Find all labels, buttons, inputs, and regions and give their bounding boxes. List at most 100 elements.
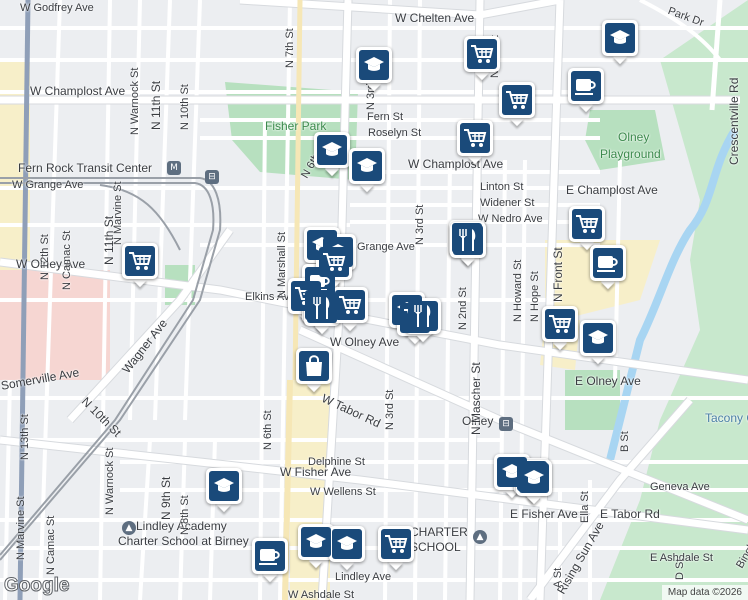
label-crescentville-rd: Crescentville Rd bbox=[727, 77, 741, 165]
marker-shopping[interactable] bbox=[294, 346, 334, 393]
marker-grocery[interactable] bbox=[120, 241, 160, 288]
marker-frame bbox=[464, 36, 500, 72]
school-icon bbox=[301, 527, 331, 557]
marker-frame bbox=[332, 287, 368, 323]
label-fern-st: Fern St bbox=[367, 111, 404, 123]
school-glyph bbox=[610, 30, 630, 44]
label-d-st: D St bbox=[674, 558, 686, 580]
grocery-glyph bbox=[506, 91, 529, 109]
label-n-warnock-st-bottom: N Warnock St bbox=[104, 447, 116, 515]
label-e-fisher-ave: E Fisher Ave bbox=[510, 507, 578, 521]
marker-school[interactable] bbox=[347, 146, 387, 193]
marker-grocery[interactable] bbox=[497, 80, 537, 127]
school-icon bbox=[317, 135, 347, 165]
marker-grocery-elkins[interactable] bbox=[330, 285, 370, 332]
label-e-champlost-ave: E Champlost Ave bbox=[566, 183, 658, 197]
marker-grocery[interactable] bbox=[540, 304, 580, 351]
school-glyph bbox=[214, 478, 234, 492]
marker-school[interactable] bbox=[600, 18, 640, 65]
subway-glyph: M bbox=[170, 163, 178, 173]
grocery-glyph bbox=[471, 45, 494, 63]
charter-school-glyph: ▲ bbox=[476, 532, 484, 542]
label-n-11th-st-mid: N 11th St bbox=[102, 215, 116, 265]
restaurant-icon bbox=[453, 225, 483, 255]
marker-frame bbox=[542, 306, 578, 342]
coffee-glyph bbox=[259, 549, 280, 565]
marker-frame bbox=[457, 120, 493, 156]
label-w-grange-ave-west: W Grange Ave bbox=[12, 179, 84, 191]
marker-school-fisher-east[interactable] bbox=[514, 458, 554, 505]
charter-school-icon[interactable]: ▲ bbox=[473, 530, 487, 544]
olney-station-icon[interactable]: ⊟ bbox=[499, 417, 513, 431]
map-attribution[interactable]: Map data ©2026 bbox=[661, 585, 748, 600]
restaurant-glyph bbox=[459, 229, 476, 251]
grocery-icon bbox=[460, 123, 490, 153]
grocery-glyph bbox=[385, 535, 408, 553]
label-geneva-ave: Geneva Ave bbox=[650, 481, 710, 493]
marker-frame bbox=[252, 538, 288, 574]
marker-coffee[interactable] bbox=[588, 243, 628, 290]
restaurant-glyph bbox=[414, 305, 431, 327]
school-glyph bbox=[364, 57, 384, 71]
label-n-camac-st-mid: N Camac St bbox=[61, 230, 73, 290]
grocery-icon bbox=[572, 209, 602, 239]
marker-frame bbox=[569, 206, 605, 242]
marker-frame bbox=[314, 132, 350, 168]
coffee-icon bbox=[593, 248, 623, 278]
marker-restaurant[interactable] bbox=[403, 296, 443, 343]
bus-station-icon[interactable]: ⊟ bbox=[205, 170, 219, 184]
marker-frame bbox=[405, 298, 441, 334]
marker-school[interactable] bbox=[578, 318, 618, 365]
label-w-ashdale-st: W Ashdale St bbox=[288, 589, 355, 600]
label-widener-st: Widener St bbox=[480, 197, 535, 209]
label-w-chelten-ave: W Chelten Ave bbox=[395, 11, 475, 25]
marker-grocery[interactable] bbox=[567, 204, 607, 251]
label-tacony-creek-park: Tacony Creek Park bbox=[705, 411, 748, 425]
marker-school[interactable] bbox=[312, 130, 352, 177]
marker-frame bbox=[580, 320, 616, 356]
grocery-glyph bbox=[129, 252, 152, 270]
marker-frame bbox=[356, 47, 392, 83]
marker-frame bbox=[316, 244, 352, 280]
marker-frame bbox=[602, 20, 638, 56]
marker-frame bbox=[516, 460, 552, 496]
label-n-3rd-st-bottom: N 3rd St bbox=[384, 389, 396, 430]
shopping-glyph bbox=[306, 355, 322, 376]
marker-grocery[interactable] bbox=[455, 118, 495, 165]
grocery-glyph bbox=[464, 129, 487, 147]
marker-grocery[interactable] bbox=[462, 34, 502, 81]
school-icon bbox=[359, 50, 389, 80]
marker-frame bbox=[298, 524, 334, 560]
label-n-2nd-st: N 2nd St bbox=[457, 287, 469, 330]
subway-station-icon[interactable]: M bbox=[167, 161, 181, 175]
marker-grocery[interactable] bbox=[376, 524, 416, 571]
label-e-tabor-rd: E Tabor Rd bbox=[600, 507, 660, 521]
marker-coffee[interactable] bbox=[566, 66, 606, 113]
school-glyph bbox=[337, 536, 357, 550]
lindley-academy-school-icon[interactable]: ▲ bbox=[122, 521, 136, 535]
label-b-st: B St bbox=[619, 431, 631, 452]
grocery-glyph bbox=[576, 215, 599, 233]
coffee-icon bbox=[571, 71, 601, 101]
marker-restaurant[interactable] bbox=[448, 220, 488, 267]
marker-coffee-ashdale[interactable] bbox=[250, 536, 290, 583]
marker-school-lindley-2[interactable] bbox=[327, 524, 367, 571]
marker-school-fisher[interactable] bbox=[204, 466, 244, 513]
label-lindley-academy-2: Charter School at Birney bbox=[118, 534, 249, 548]
bus-glyph: ⊟ bbox=[208, 172, 216, 182]
school-poi-glyph: ▲ bbox=[125, 523, 133, 533]
label-charter: CHARTER bbox=[410, 525, 468, 539]
marker-school[interactable] bbox=[354, 45, 394, 92]
label-n-front-st: N Front St bbox=[551, 247, 565, 302]
label-n-howard-st: N Howard St bbox=[512, 259, 524, 322]
map-canvas[interactable]: W Godfrey Ave W Chelten Ave Park Dr Crescen… bbox=[0, 0, 748, 600]
label-n-camac-st-bottom: N Camac St bbox=[45, 515, 57, 575]
school-glyph bbox=[306, 534, 326, 548]
marker-frame bbox=[568, 68, 604, 104]
grocery-icon bbox=[125, 246, 155, 276]
landuse-commercial-west bbox=[0, 270, 110, 380]
school-glyph bbox=[322, 142, 342, 156]
grocery-icon bbox=[467, 39, 497, 69]
coffee-glyph bbox=[575, 79, 596, 95]
school-icon bbox=[209, 471, 239, 501]
